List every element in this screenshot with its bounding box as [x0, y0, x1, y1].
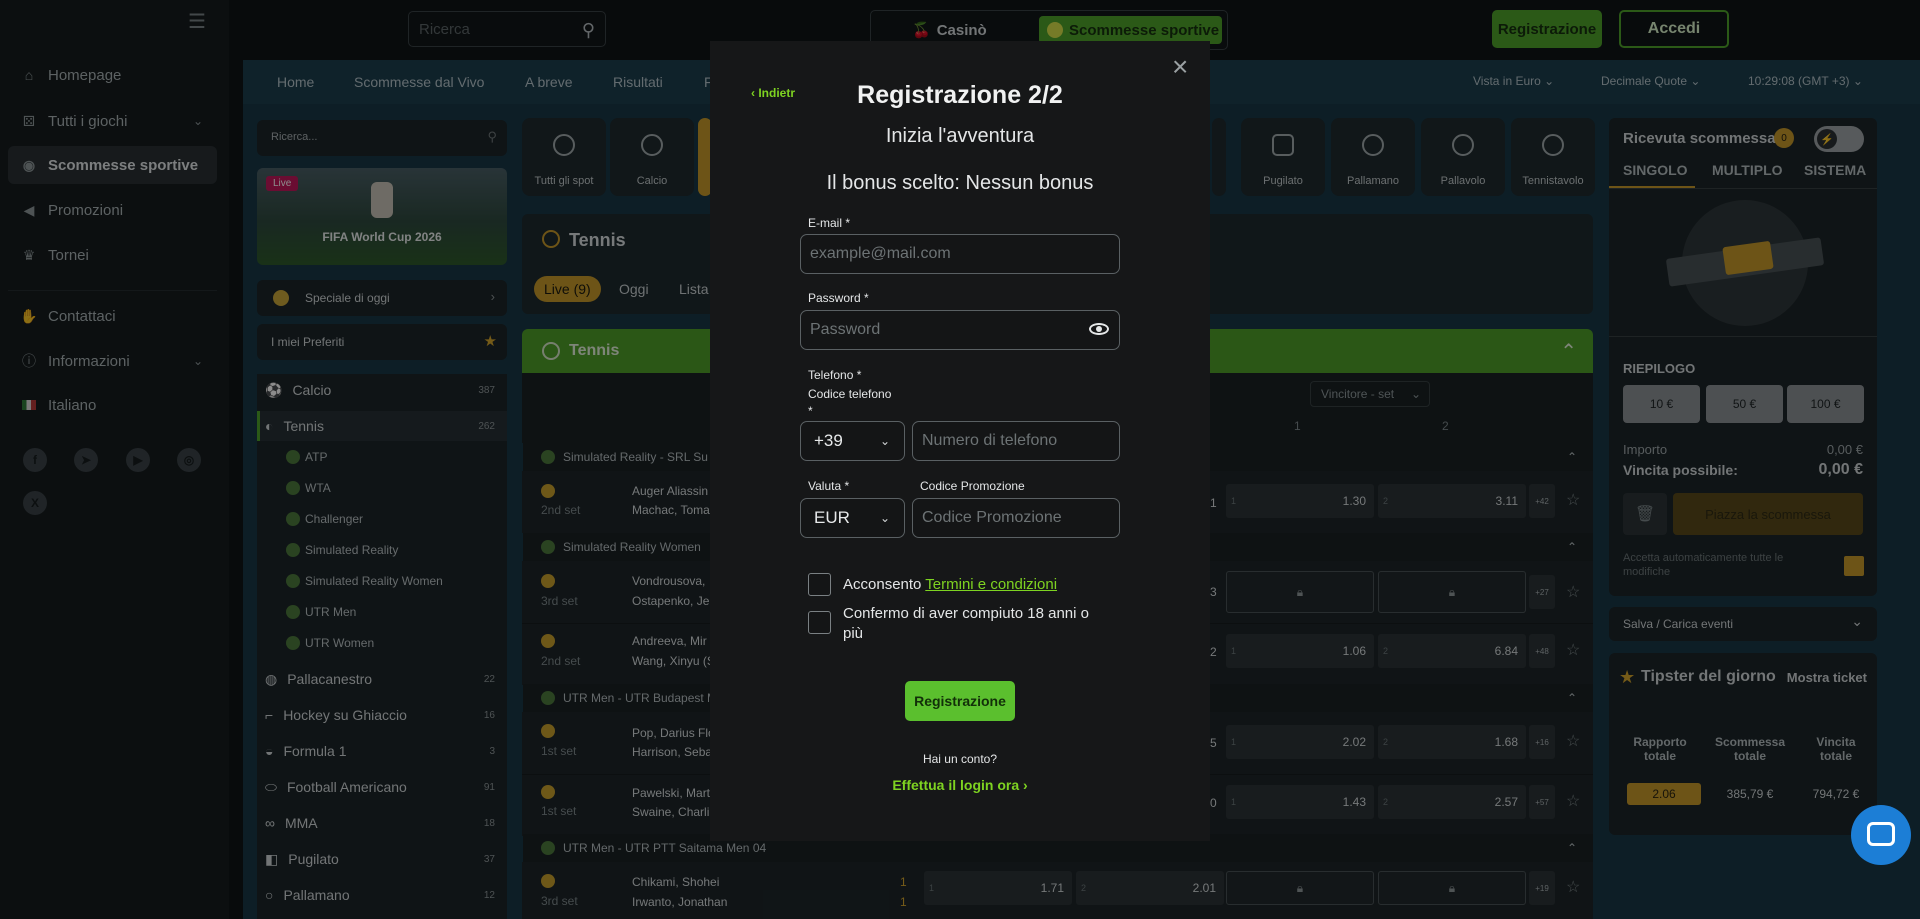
promo-placeholder: Codice Promozione	[922, 509, 1062, 526]
chat-support-button[interactable]	[1851, 805, 1911, 865]
email-placeholder: example@mail.com	[810, 245, 951, 262]
have-account-text: Hai un conto?	[922, 752, 998, 766]
registration-modal: ‹ Indietr × Registrazione 2/2 Inizia l'a…	[710, 41, 1210, 841]
eye-icon[interactable]	[1089, 323, 1109, 335]
password-label: Password *	[808, 291, 869, 305]
chevron-right-icon: ›	[1023, 777, 1028, 793]
terms-checkbox[interactable]	[808, 573, 831, 596]
phone-code-label: Codice telefono	[808, 387, 892, 401]
currency-label: Valuta *	[808, 479, 850, 493]
terms-link[interactable]: Termini e condizioni	[925, 576, 1057, 593]
terms-text: Acconsento Termini e condizioni	[843, 576, 1057, 593]
chevron-down-icon: ⌄	[879, 511, 890, 525]
phone-code-required: *	[808, 404, 813, 418]
phone-code-select[interactable]: +39 ⌄	[800, 421, 905, 461]
close-icon[interactable]: ×	[1172, 53, 1188, 81]
phone-code-value: +39	[814, 431, 843, 450]
chevron-down-icon: ⌄	[879, 434, 890, 448]
phone-placeholder: Numero di telefono	[922, 432, 1058, 449]
phone-number-field[interactable]: Numero di telefono	[912, 421, 1120, 461]
age-checkbox[interactable]	[808, 611, 831, 634]
modal-title: Registrazione 2/2	[857, 81, 1063, 109]
promo-code-field[interactable]: Codice Promozione	[912, 498, 1120, 538]
password-field[interactable]: Password	[800, 310, 1120, 350]
promo-label: Codice Promozione	[920, 479, 1025, 493]
email-field[interactable]: example@mail.com	[800, 234, 1120, 274]
login-now-label: Effettua il login ora	[892, 777, 1020, 793]
email-label: E-mail *	[808, 216, 851, 230]
chosen-bonus: Il bonus scelto: Nessun bonus	[826, 172, 1094, 194]
consent-prefix: Acconsento	[843, 576, 922, 593]
chat-icon	[1867, 822, 1895, 846]
currency-value: EUR	[814, 508, 850, 527]
password-placeholder: Password	[810, 321, 881, 338]
currency-select[interactable]: EUR ⌄	[800, 498, 905, 538]
submit-registration-button[interactable]: Registrazione	[905, 681, 1015, 721]
modal-subtitle: Inizia l'avventura	[885, 125, 1035, 147]
login-now-link[interactable]: Effettua il login ora ›	[710, 777, 1210, 793]
age-confirm-text: Confermo di aver compiuto 18 anni o più	[843, 605, 1089, 642]
phone-label: Telefono *	[808, 368, 862, 382]
